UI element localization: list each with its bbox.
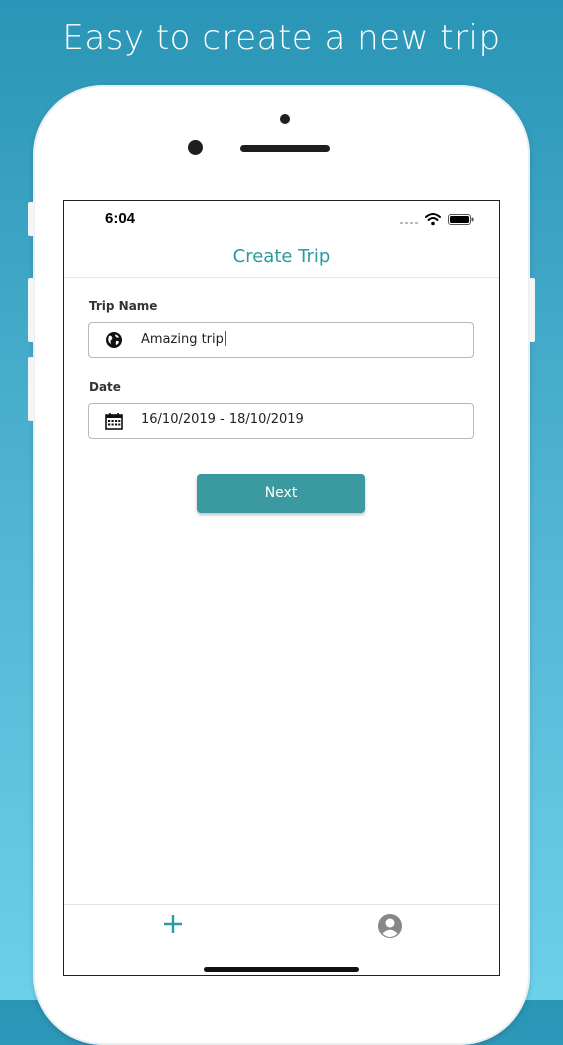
next-button[interactable]: Next <box>197 474 365 513</box>
trip-name-label: Trip Name <box>89 299 158 313</box>
user-icon[interactable] <box>377 913 403 939</box>
phone-side-button <box>28 278 34 342</box>
calendar-icon <box>105 413 123 430</box>
trip-name-input[interactable]: Amazing trip <box>88 322 474 358</box>
date-range-value: 16/10/2019 - 18/10/2019 <box>141 412 304 427</box>
globe-icon <box>106 332 122 348</box>
date-range-input[interactable]: 16/10/2019 - 18/10/2019 <box>88 403 474 439</box>
status-time: 6:04 <box>105 210 136 227</box>
promo-headline: Easy to create a new trip <box>62 18 501 58</box>
page-title: Create Trip <box>232 246 331 267</box>
trip-name-value: Amazing trip <box>141 331 227 347</box>
phone-side-button <box>28 357 34 421</box>
phone-side-button <box>529 278 535 342</box>
navigation-bar: Create Trip <box>64 237 499 278</box>
battery-icon <box>448 214 474 225</box>
wifi-icon <box>425 213 441 226</box>
date-label: Date <box>89 380 121 394</box>
phone-side-button <box>28 202 34 236</box>
app-screen: 6:04 Create Trip Trip Name Amazing trip … <box>63 200 500 976</box>
phone-speaker <box>240 145 330 152</box>
plus-icon[interactable] <box>160 911 186 937</box>
phone-sensor <box>280 114 290 124</box>
text-cursor <box>224 331 227 346</box>
status-bar: 6:04 <box>64 201 499 237</box>
tab-bar <box>64 904 499 975</box>
signal-icon <box>400 222 420 224</box>
phone-camera <box>188 140 203 155</box>
home-indicator <box>204 967 359 972</box>
